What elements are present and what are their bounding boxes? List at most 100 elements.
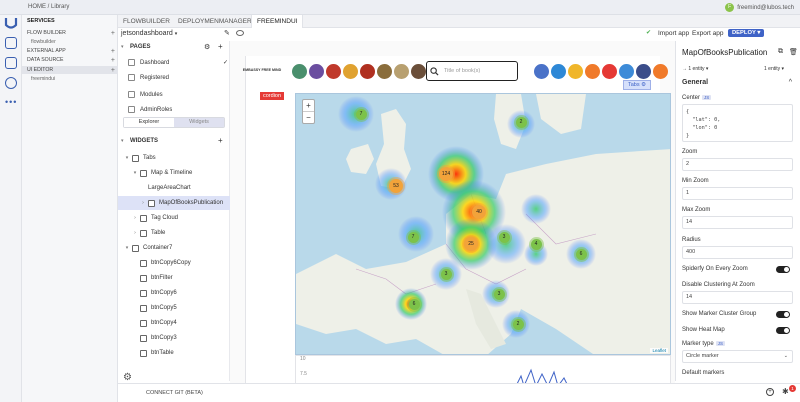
- widget-tree-item[interactable]: btnCopy4: [118, 316, 230, 330]
- cluster-marker[interactable]: 3: [498, 231, 510, 243]
- widget-tree-item[interactable]: › Table: [118, 226, 230, 240]
- datasource-icon[interactable]: [5, 57, 17, 69]
- service-sub-freemindui[interactable]: freemindui: [31, 76, 55, 82]
- globe-icon[interactable]: [636, 64, 651, 79]
- cluster-marker[interactable]: 3: [493, 288, 505, 300]
- zoom-in-button[interactable]: +: [303, 100, 314, 111]
- cluster-marker[interactable]: 6: [575, 248, 587, 260]
- cluster-marker[interactable]: 3: [440, 268, 452, 280]
- cluster-marker[interactable]: 53: [389, 179, 403, 193]
- tab-flowbuilder[interactable]: FLOWBUILDER: [118, 15, 175, 28]
- entity-right[interactable]: 1 entity ▾: [764, 66, 784, 72]
- cluster-marker[interactable]: 4: [530, 238, 542, 250]
- spiderfy-toggle[interactable]: [776, 266, 790, 273]
- max-zoom-input[interactable]: 14: [682, 216, 793, 229]
- service-ui-editor[interactable]: UI EDITOR +: [22, 66, 118, 74]
- accordion-label[interactable]: cordion: [260, 92, 285, 100]
- category-icon[interactable]: [326, 64, 341, 79]
- export-app-button[interactable]: Export app: [692, 30, 723, 37]
- cluster-marker[interactable]: 25: [464, 237, 478, 251]
- tab-deploymenmanager[interactable]: DEPLOYMENMANAGER: [173, 15, 257, 28]
- widget-tree-item[interactable]: ▾ Container7: [118, 241, 230, 255]
- add-icon[interactable]: +: [766, 388, 774, 396]
- explorer-tab[interactable]: Explorer: [124, 118, 174, 127]
- cluster-marker[interactable]: 124: [439, 167, 453, 181]
- chevron-down-icon[interactable]: ▾: [130, 170, 140, 176]
- trash-icon[interactable]: 🗑: [789, 48, 798, 56]
- service-data-source[interactable]: DATA SOURCE +: [22, 56, 118, 64]
- widget-tree-item[interactable]: › Tag Cloud: [118, 211, 230, 225]
- book-icon[interactable]: [653, 64, 668, 79]
- breadcrumb-library[interactable]: Library: [51, 4, 69, 10]
- chevron-down-icon[interactable]: ▾: [122, 155, 132, 161]
- widget-tree-item[interactable]: btnFilter: [118, 271, 230, 285]
- bug-icon[interactable]: ✱: [782, 387, 789, 396]
- search-icon[interactable]: [551, 64, 566, 79]
- service-flow-builder[interactable]: FLOW BUILDER +: [22, 29, 118, 37]
- connect-git-button[interactable]: CONNECT GIT (BETA): [146, 390, 203, 396]
- zoom-input[interactable]: 2: [682, 158, 793, 171]
- disable-clustering-input[interactable]: 14: [682, 291, 793, 304]
- tag-icon[interactable]: [585, 64, 600, 79]
- deploy-button[interactable]: DEPLOY ▾: [728, 29, 765, 37]
- widget-tree-item[interactable]: ▾ Map & Timeline: [118, 166, 230, 180]
- translate-icon[interactable]: [619, 64, 634, 79]
- category-icon[interactable]: [343, 64, 358, 79]
- sun-icon[interactable]: [568, 64, 583, 79]
- mic-icon[interactable]: [602, 64, 617, 79]
- flow-icon[interactable]: [5, 37, 17, 49]
- entity-left[interactable]: → 1 entity ▾: [682, 66, 708, 72]
- page-modules[interactable]: Modules: [128, 91, 163, 98]
- widget-tree-item[interactable]: ▾ Tabs: [118, 151, 230, 165]
- radius-input[interactable]: 400: [682, 246, 793, 259]
- breadcrumb-home[interactable]: HOME: [28, 4, 46, 10]
- widget-tree-item[interactable]: › MapOfBooksPublication: [118, 196, 230, 210]
- widget-tree-item[interactable]: btnCopy6: [118, 286, 230, 300]
- widgets-tab[interactable]: Widgets: [174, 118, 224, 127]
- category-icon[interactable]: [292, 64, 307, 79]
- center-json-editor[interactable]: { "lat": 0, "lon": 0}: [682, 104, 793, 142]
- chevron-down-icon[interactable]: ▾: [122, 245, 132, 251]
- category-icon[interactable]: [411, 64, 426, 79]
- cluster-marker[interactable]: 7: [407, 231, 419, 243]
- book-search-input[interactable]: Title of book(s): [426, 61, 518, 81]
- widget-tree-item[interactable]: btnCopy3: [118, 331, 230, 345]
- marker-type-select[interactable]: Circle marker ⌄: [682, 350, 793, 363]
- show-marker-cluster-toggle[interactable]: [776, 311, 790, 318]
- page-registered[interactable]: Registered: [128, 74, 169, 81]
- widget-tree-item[interactable]: btnTable: [118, 346, 230, 360]
- more-icon[interactable]: •••: [5, 97, 17, 107]
- tab-freemindui[interactable]: FREEMINDUI: [251, 15, 304, 28]
- general-section-title[interactable]: General: [682, 79, 708, 86]
- widget-tree-item[interactable]: btnCopy6Copy: [118, 256, 230, 270]
- user-menu[interactable]: F freemind@lubos.tech: [725, 3, 794, 12]
- category-icon[interactable]: [394, 64, 409, 79]
- category-icon[interactable]: [309, 64, 324, 79]
- category-icon[interactable]: [377, 64, 392, 79]
- category-icon[interactable]: [360, 64, 375, 79]
- gear-icon[interactable]: ⚙: [123, 372, 132, 383]
- tabs-badge[interactable]: Tabs ⚙: [623, 80, 652, 90]
- zoom-out-button[interactable]: −: [303, 111, 314, 123]
- edit-icon[interactable]: ✎: [224, 29, 230, 37]
- cluster-marker[interactable]: 6: [408, 298, 420, 310]
- import-app-button[interactable]: Import app: [658, 30, 689, 37]
- cluster-marker[interactable]: 2: [512, 318, 524, 330]
- cluster-marker[interactable]: 7: [355, 108, 367, 120]
- cluster-marker[interactable]: 2: [515, 116, 527, 128]
- flag-icon[interactable]: [534, 64, 549, 79]
- map-attribution[interactable]: Leaflet: [650, 348, 668, 353]
- logo-icon[interactable]: [4, 16, 18, 29]
- page-dashboard[interactable]: Dashboard ✓: [128, 59, 228, 66]
- settings-icon[interactable]: [5, 77, 17, 89]
- chevron-right-icon[interactable]: ›: [130, 230, 140, 236]
- add-page-icon[interactable]: +: [218, 42, 223, 51]
- min-zoom-input[interactable]: 1: [682, 187, 793, 200]
- map-widget[interactable]: 7 2 124 53 40 25 7 3 3 4 3 6 2 6 + − Leaflet: [295, 93, 671, 355]
- chevron-right-icon[interactable]: ›: [138, 200, 148, 206]
- cluster-marker[interactable]: 40: [472, 205, 486, 219]
- widget-tree-item[interactable]: LargeAreaChart: [118, 181, 230, 195]
- show-heat-map-toggle[interactable]: [776, 327, 790, 334]
- page-adminroles[interactable]: AdminRoles: [128, 106, 172, 113]
- service-external-app[interactable]: EXTERNAL APP +: [22, 47, 118, 55]
